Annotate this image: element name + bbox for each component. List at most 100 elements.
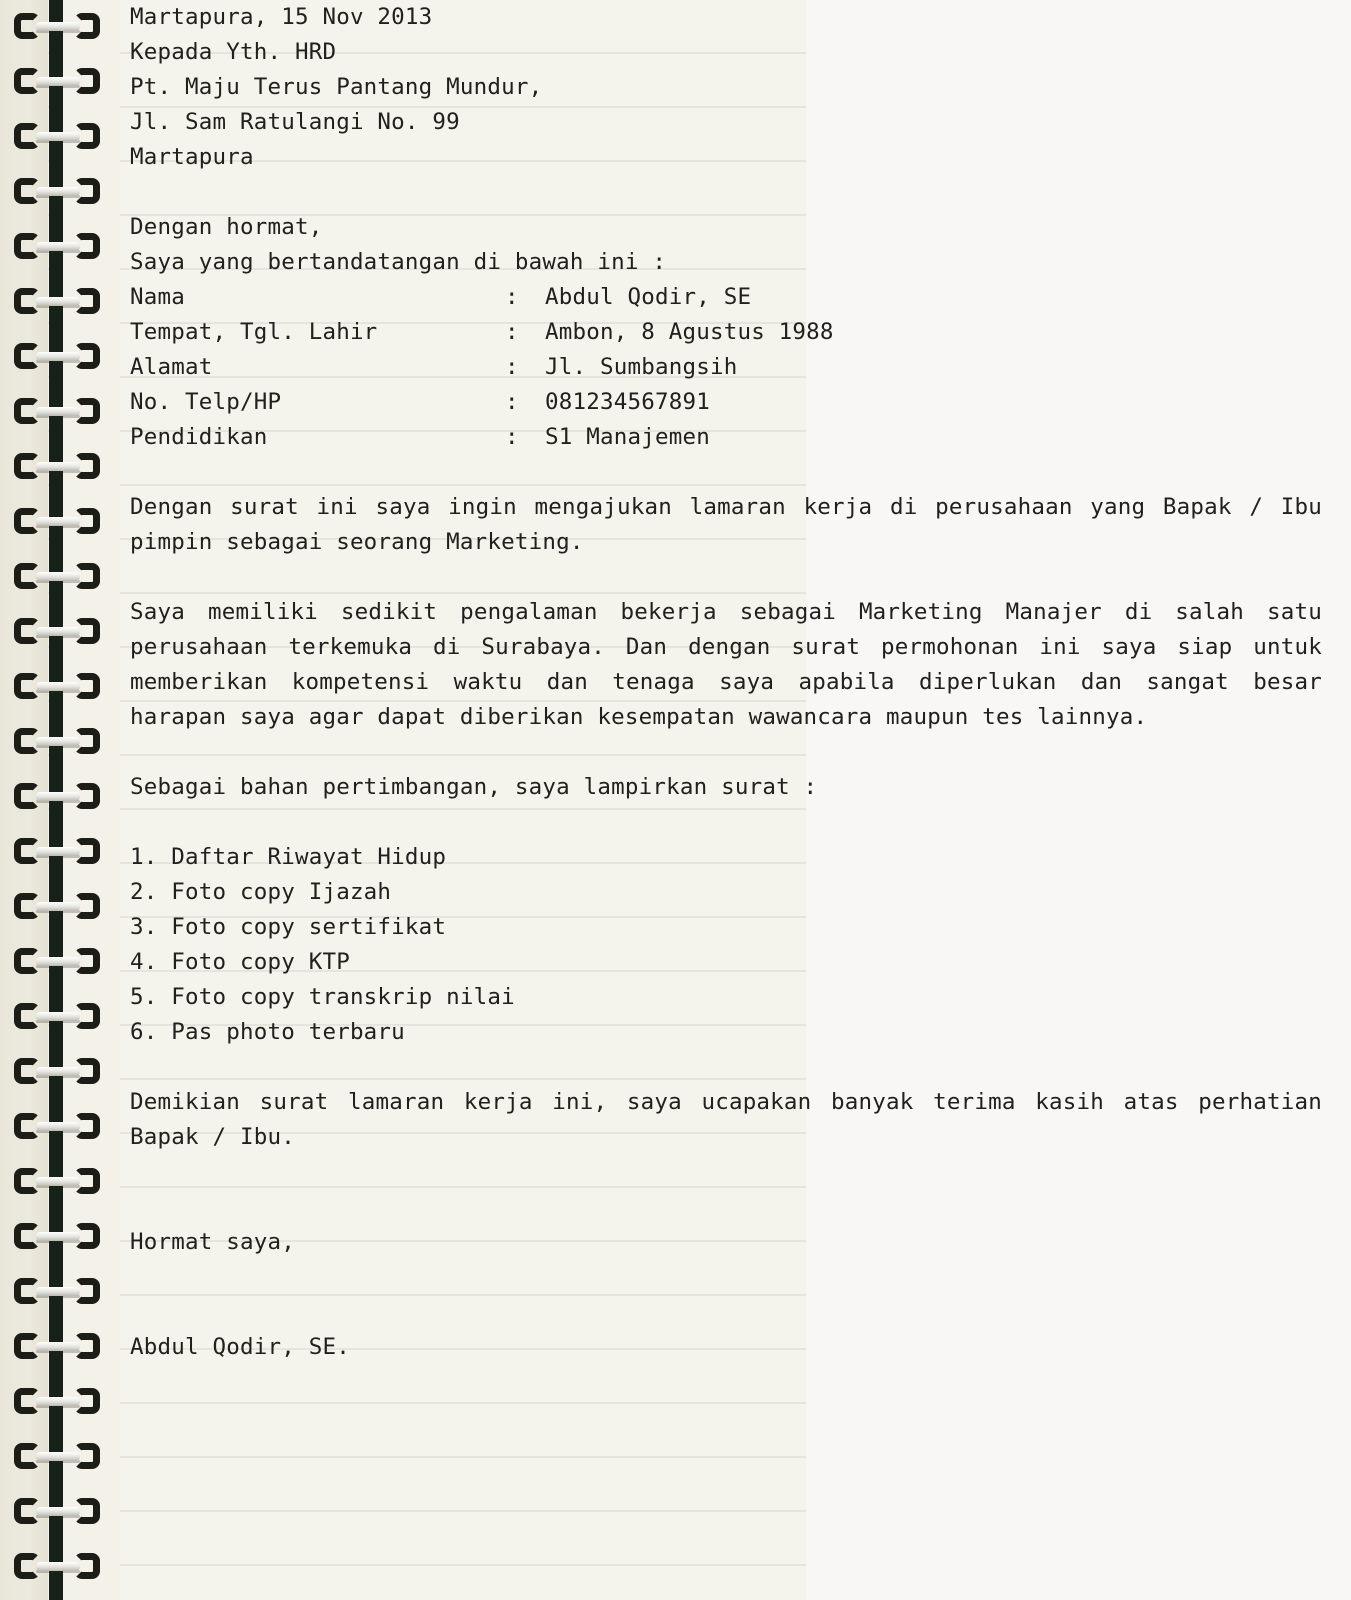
binding-ring-list: [0, 0, 120, 1600]
ring-c-right: [74, 948, 100, 974]
applicant-details: Nama : Abdul Qodir, SE Tempat, Tgl. Lahi…: [130, 280, 1325, 455]
ring-c-right: [74, 508, 100, 534]
valediction: Hormat saya,: [130, 1229, 295, 1255]
attachment-item: 1. Daftar Riwayat Hidup: [130, 844, 447, 870]
detail-separator: :: [505, 389, 519, 415]
recipient-line-2: Pt. Maju Terus Pantang Mundur,: [130, 74, 543, 100]
detail-label: No. Telp/HP: [130, 389, 282, 415]
binding-ring: [0, 779, 120, 813]
binding-ring: [0, 834, 120, 868]
binding-ring: [0, 449, 120, 483]
ring-c-right: [74, 178, 100, 204]
detail-row: Tempat, Tgl. Lahir : Ambon, 8 Agustus 19…: [130, 315, 1325, 350]
binding-ring: [0, 504, 120, 538]
body-paragraph-1: Dengan surat ini saya ingin mengajukan l…: [130, 494, 1322, 555]
detail-label: Nama: [130, 284, 185, 310]
letter-header: Martapura, 15 Nov 2013 Kepada Yth. HRD P…: [130, 0, 1325, 175]
binding-ring: [0, 339, 120, 373]
body-paragraph-2: Saya memiliki sedikit pengalaman bekerja…: [130, 599, 1322, 730]
signature-name: Abdul Qodir, SE.: [130, 1334, 350, 1360]
intro-line: Saya yang bertandatangan di bawah ini :: [130, 249, 667, 275]
binding-ring: [0, 1439, 120, 1473]
binding-ring: [0, 1219, 120, 1253]
binding-ring: [0, 724, 120, 758]
recipient-line-1: Kepada Yth. HRD: [130, 39, 337, 65]
letter-body: Martapura, 15 Nov 2013 Kepada Yth. HRD P…: [130, 0, 1325, 1600]
attachment-item: 6. Pas photo terbaru: [130, 1019, 405, 1045]
ring-c-right: [74, 398, 100, 424]
attachment-item: 5. Foto copy transkrip nilai: [130, 984, 515, 1010]
binding-ring: [0, 119, 120, 153]
ring-c-right: [74, 1003, 100, 1029]
binding-ring: [0, 999, 120, 1033]
binding-ring: [0, 669, 120, 703]
detail-separator: :: [505, 319, 519, 345]
binding-ring: [0, 229, 120, 263]
ring-c-right: [74, 1113, 100, 1139]
ring-c-right: [74, 728, 100, 754]
attachments-intro: Sebagai bahan pertimbangan, saya lampirk…: [130, 774, 818, 800]
detail-value: Abdul Qodir, SE: [545, 284, 752, 310]
binding-ring: [0, 559, 120, 593]
binding-ring: [0, 1274, 120, 1308]
attachment-item: 2. Foto copy Ijazah: [130, 879, 392, 905]
detail-row: Pendidikan : S1 Manajemen: [130, 420, 1325, 455]
binding-ring: [0, 1549, 120, 1583]
ring-c-right: [74, 1443, 100, 1469]
ring-c-right: [74, 1388, 100, 1414]
salutation: Dengan hormat,: [130, 214, 323, 240]
ring-c-right: [74, 68, 100, 94]
binding-ring: [0, 9, 120, 43]
detail-label: Tempat, Tgl. Lahir: [130, 319, 378, 345]
attachments-list: 1. Daftar Riwayat Hidup 2. Foto copy Ija…: [130, 840, 1325, 1050]
ring-c-right: [74, 1498, 100, 1524]
detail-row: No. Telp/HP : 081234567891: [130, 385, 1325, 420]
detail-value: Jl. Sumbangsih: [545, 354, 738, 380]
ring-c-right: [74, 783, 100, 809]
detail-row: Alamat : Jl. Sumbangsih: [130, 350, 1325, 385]
ring-c-right: [74, 453, 100, 479]
ring-c-right: [74, 343, 100, 369]
binding-ring: [0, 614, 120, 648]
ring-c-right: [74, 893, 100, 919]
detail-separator: :: [505, 354, 519, 380]
detail-value: Ambon, 8 Agustus 1988: [545, 319, 834, 345]
body-paragraph-3: Demikian surat lamaran kerja ini, saya u…: [130, 1089, 1322, 1150]
binding-ring: [0, 1054, 120, 1088]
detail-label: Pendidikan: [130, 424, 268, 450]
ring-c-right: [74, 13, 100, 39]
ring-c-right: [74, 288, 100, 314]
binding-ring: [0, 1109, 120, 1143]
detail-separator: :: [505, 284, 519, 310]
ring-c-right: [74, 1553, 100, 1579]
ring-c-right: [74, 838, 100, 864]
ring-c-right: [74, 1058, 100, 1084]
detail-label: Alamat: [130, 354, 213, 380]
binding-ring: [0, 394, 120, 428]
recipient-line-4: Martapura: [130, 144, 254, 170]
ring-c-right: [74, 618, 100, 644]
ring-c-right: [74, 1333, 100, 1359]
recipient-line-3: Jl. Sam Ratulangi No. 99: [130, 109, 460, 135]
ring-c-right: [74, 123, 100, 149]
ring-c-right: [74, 563, 100, 589]
detail-row: Nama : Abdul Qodir, SE: [130, 280, 1325, 315]
binding-ring: [0, 64, 120, 98]
attachment-item: 3. Foto copy sertifikat: [130, 914, 447, 940]
binding-ring: [0, 944, 120, 978]
binding-ring: [0, 284, 120, 318]
ring-c-right: [74, 1168, 100, 1194]
binding-ring: [0, 174, 120, 208]
detail-value: 081234567891: [545, 389, 710, 415]
detail-value: S1 Manajemen: [545, 424, 710, 450]
binding-ring: [0, 1164, 120, 1198]
